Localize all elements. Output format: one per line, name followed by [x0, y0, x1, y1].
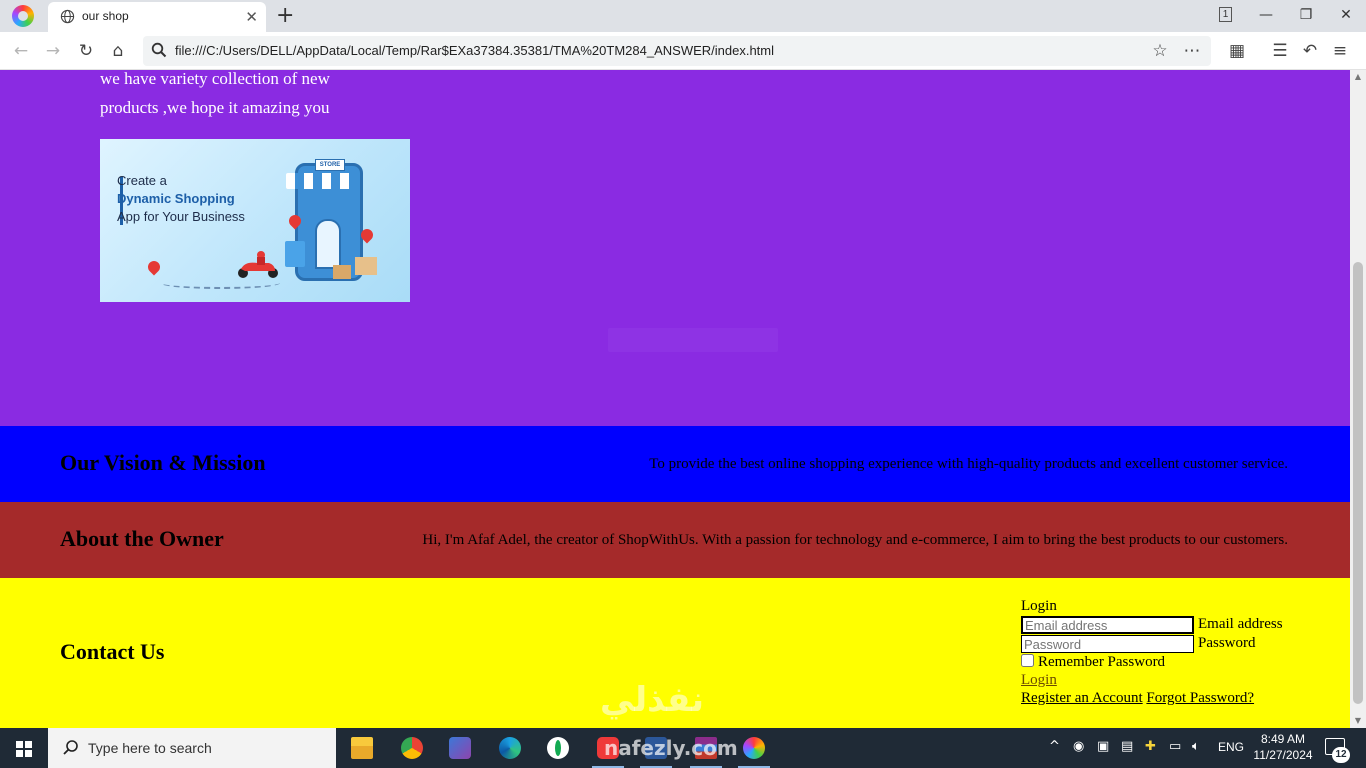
store-awning-graphic	[286, 173, 356, 189]
vision-mission-section: Our Vision & Mission To provide the best…	[0, 426, 1350, 502]
camera-icon[interactable]: ▣	[1097, 739, 1109, 754]
login-link[interactable]: Login	[1021, 672, 1057, 688]
tab-our-shop[interactable]: our shop ✕	[48, 2, 266, 32]
taskbar-search-placeholder: Type here to search	[88, 740, 212, 756]
browser-tab-strip: our shop ✕ + 1 — ❐ ✕	[0, 0, 1366, 32]
scroll-thumb[interactable]	[1353, 262, 1363, 704]
search-icon	[63, 740, 78, 755]
parcel-box-graphic	[333, 265, 351, 279]
file-explorer-app[interactable]	[338, 728, 386, 768]
store-door-graphic	[315, 219, 341, 269]
back-icon[interactable]: ←	[10, 40, 32, 62]
remember-password-checkbox[interactable]	[1021, 654, 1034, 667]
windows-logo-icon	[16, 741, 32, 757]
tab-count-icon[interactable]: 1	[1219, 7, 1232, 22]
owner-text: Hi, I'm Afaf Adel, the creator of ShopWi…	[422, 532, 1288, 548]
register-account-link[interactable]: Register an Account	[1021, 690, 1143, 706]
scroll-down-icon[interactable]: ▼	[1350, 714, 1366, 728]
address-bar[interactable]: file:///C:/Users/DELL/AppData/Local/Temp…	[143, 36, 1211, 66]
start-button[interactable]	[0, 728, 48, 768]
globe-icon	[60, 9, 75, 24]
password-field[interactable]	[1021, 635, 1194, 653]
email-label: Email address	[1198, 616, 1283, 632]
tab-title: our shop	[82, 9, 129, 23]
menu-icon[interactable]: ≡	[1329, 40, 1351, 62]
hero-section: we have variety collection of new produc…	[0, 70, 1350, 426]
about-owner-section: About the Owner Hi, I'm Afaf Adel, the c…	[0, 502, 1350, 578]
chrome-icon	[401, 737, 423, 759]
edge-icon	[499, 737, 521, 759]
watermark-latin: nafezly.com	[604, 736, 738, 760]
minimize-icon[interactable]: —	[1246, 4, 1286, 28]
tab-close-icon[interactable]: ✕	[245, 8, 258, 26]
more-options-icon[interactable]: ⋯	[1181, 40, 1203, 62]
scroll-up-icon[interactable]: ▲	[1350, 70, 1366, 84]
page-viewport: we have variety collection of new produc…	[0, 70, 1350, 728]
folder-icon	[351, 737, 373, 759]
leaf-icon	[547, 737, 569, 759]
mongodb-app[interactable]	[534, 728, 582, 768]
owner-title: About the Owner	[60, 526, 224, 551]
edge-app[interactable]	[486, 728, 534, 768]
restore-icon[interactable]: ❐	[1286, 4, 1326, 28]
hexagon-app-icon	[449, 737, 471, 759]
watermark-arabic: نفذلي	[600, 680, 705, 720]
vision-title: Our Vision & Mission	[60, 450, 266, 475]
login-heading: Login	[1021, 598, 1057, 614]
page-scrollbar[interactable]: ▲ ▼	[1350, 70, 1366, 728]
browser-icon	[743, 737, 765, 759]
promo-line-2: Dynamic Shopping	[117, 191, 235, 206]
delivery-scooter-icon	[238, 251, 278, 278]
vision-text: To provide the best online shopping expe…	[649, 456, 1288, 472]
battery-icon[interactable]: ▭	[1169, 739, 1181, 754]
taskbar-search-box[interactable]: Type here to search	[48, 728, 336, 768]
promo-line-3: App for Your Business	[117, 209, 245, 224]
forward-icon[interactable]: →	[42, 40, 64, 62]
shopping-bag-graphic	[285, 241, 305, 267]
language-indicator[interactable]: ENG	[1218, 740, 1244, 754]
chrome-app[interactable]	[388, 728, 436, 768]
shopping-app-banner-image: Create a Dynamic Shopping App for Your B…	[100, 139, 410, 302]
contact-title: Contact Us	[60, 639, 165, 664]
hero-text: we have variety collection of new produc…	[100, 70, 330, 117]
url-text[interactable]: file:///C:/Users/DELL/AppData/Local/Temp…	[175, 43, 774, 58]
promo-line-1: Create a	[117, 173, 167, 188]
device-icon[interactable]: ▤	[1121, 739, 1133, 754]
email-field[interactable]	[1021, 616, 1194, 634]
store-sign: STORE	[315, 159, 345, 171]
security-icon[interactable]: ✚	[1145, 739, 1156, 754]
parcel-box-graphic	[355, 257, 377, 275]
browser-logo-icon[interactable]	[12, 5, 34, 27]
remember-password-label: Remember Password	[1038, 654, 1166, 670]
password-label: Password	[1198, 635, 1256, 651]
clock[interactable]: 8:49 AM 11/27/2024	[1252, 731, 1314, 763]
bookmark-star-icon[interactable]: ☆	[1149, 40, 1171, 62]
location-pin-icon	[145, 258, 163, 276]
search-icon	[151, 42, 167, 58]
apps-grid-icon[interactable]: ▦	[1226, 40, 1248, 62]
reload-icon[interactable]: ↻	[75, 40, 97, 62]
clock-time: 8:49 AM	[1260, 732, 1306, 746]
undo-icon[interactable]: ↶	[1299, 40, 1321, 62]
hidden-button[interactable]	[608, 328, 778, 352]
record-icon[interactable]: ◉	[1073, 739, 1084, 754]
contact-section: Contact Us Login Email address Password …	[0, 578, 1350, 728]
forgot-password-link[interactable]: Forgot Password?	[1146, 690, 1254, 706]
volume-icon[interactable]: 🔈︎	[1192, 739, 1200, 754]
home-icon[interactable]: ⌂	[107, 40, 129, 62]
browser-toolbar: ← → ↻ ⌂ file:///C:/Users/DELL/AppData/Lo…	[0, 32, 1366, 70]
app-launcher-app[interactable]	[436, 728, 484, 768]
favorites-icon[interactable]: ☰	[1269, 40, 1291, 62]
show-hidden-icons-icon[interactable]: ^	[1049, 739, 1060, 754]
clock-date: 11/27/2024	[1253, 748, 1313, 762]
notification-count-badge: 12	[1332, 747, 1350, 763]
new-tab-icon[interactable]: +	[276, 3, 294, 28]
close-window-icon[interactable]: ✕	[1326, 4, 1366, 28]
